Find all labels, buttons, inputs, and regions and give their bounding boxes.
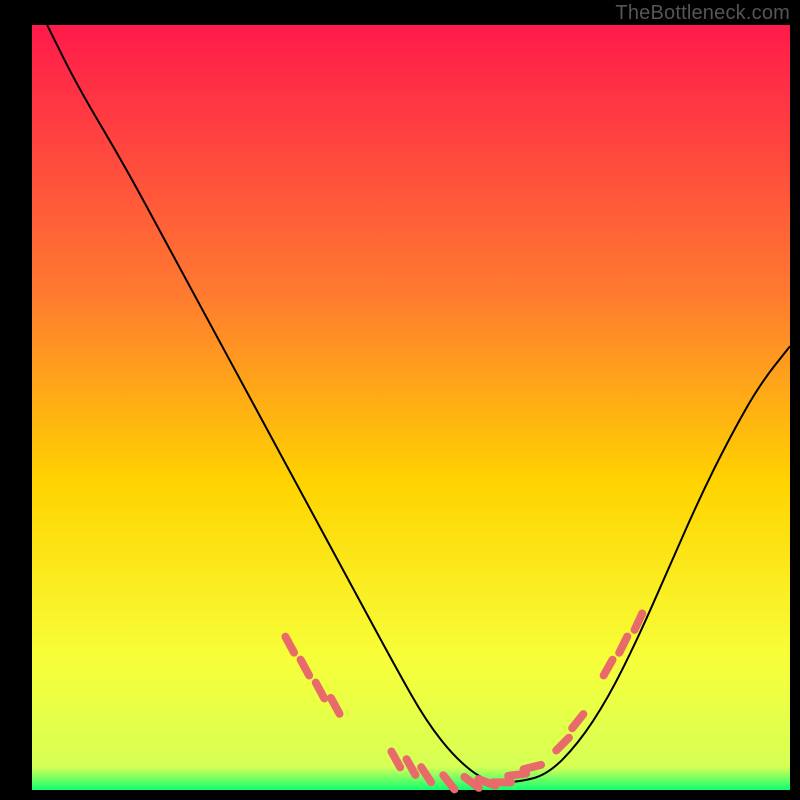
curve-marker: [524, 765, 541, 769]
watermark-text: TheBottleneck.com: [615, 2, 790, 25]
bottleneck-chart: [0, 0, 800, 800]
curve-marker: [508, 774, 526, 776]
chart-stage: TheBottleneck.com: [0, 0, 800, 800]
plot-background: [32, 25, 790, 790]
